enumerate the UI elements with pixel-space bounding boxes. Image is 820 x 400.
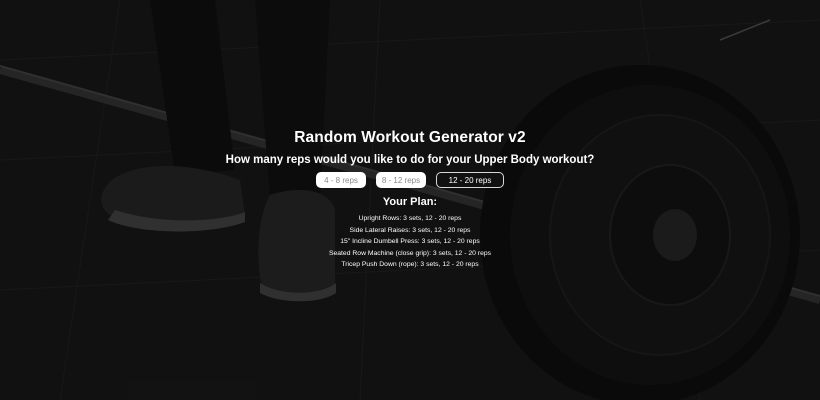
plan-heading: Your Plan: [382, 196, 438, 208]
workout-generator-panel: Random Workout Generator v2 How many rep… [0, 0, 820, 400]
rep-range-4-8-button[interactable]: 4 - 8 reps [316, 172, 366, 188]
plan-item: Side Lateral Raises: 3 sets, 12 - 20 rep… [349, 226, 471, 234]
plan-item: Seated Row Machine (close grip): 3 sets,… [328, 249, 492, 257]
plan-list: Upright Rows: 3 sets, 12 - 20 reps Side … [0, 213, 820, 271]
page: Random Workout Generator v2 How many rep… [0, 0, 820, 400]
plan-item: Upright Rows: 3 sets, 12 - 20 reps [358, 215, 462, 222]
reps-question: How many reps would you like to do for y… [225, 154, 595, 166]
plan-item: Tricep Push Down (rope): 3 sets, 12 - 20… [341, 261, 479, 268]
page-title: Random Workout Generator v2 [294, 129, 526, 146]
rep-range-button-group: 4 - 8 reps 8 - 12 reps 12 - 20 reps [0, 172, 820, 188]
plan-item: 15" Incline Dumbell Press: 3 sets, 12 - … [340, 238, 480, 245]
rep-range-8-12-button[interactable]: 8 - 12 reps [376, 172, 426, 188]
rep-range-12-20-button[interactable]: 12 - 20 reps [436, 172, 504, 188]
